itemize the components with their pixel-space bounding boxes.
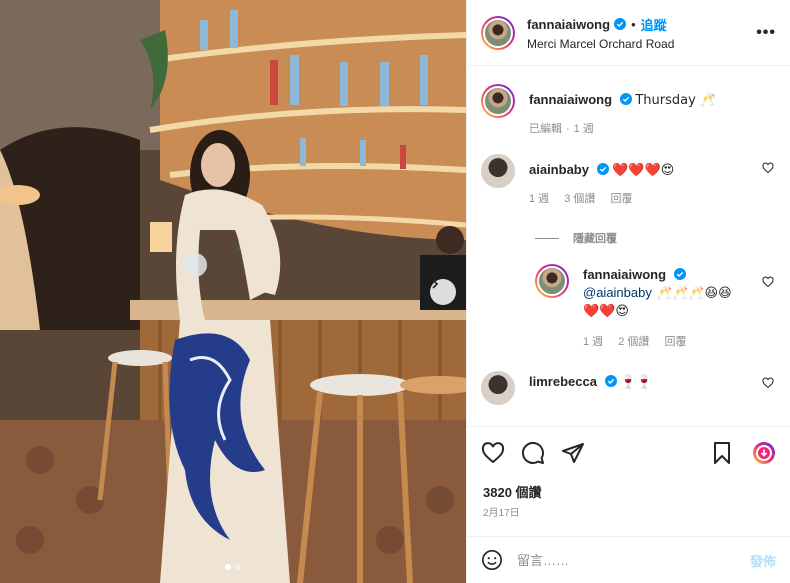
photo-illustration [0, 0, 466, 583]
next-photo-button[interactable] [430, 279, 456, 305]
caption-text: Thursday 🥂 [635, 93, 717, 108]
comment-icon[interactable] [521, 441, 545, 465]
reply-reply-button[interactable]: 回覆 [665, 336, 687, 348]
follow-button[interactable]: 追蹤 [641, 15, 667, 34]
verified-icon [673, 268, 686, 280]
caption-avatar[interactable] [481, 84, 515, 118]
reply-text: 🥂🥂🥂😆😆 [651, 286, 732, 301]
verified-icon [619, 93, 632, 105]
profile-ring-icon[interactable] [752, 441, 776, 465]
verified-icon [614, 18, 627, 30]
reply-avatar[interactable] [535, 264, 569, 298]
verified-icon [604, 375, 617, 387]
post-comment-button[interactable]: 發佈 [750, 551, 776, 570]
verified-icon [596, 163, 609, 175]
more-options-button[interactable]: ••• [756, 24, 776, 42]
commenter-username[interactable]: limrebecca [529, 374, 597, 389]
commenter-username[interactable]: aiainbaby [529, 162, 589, 177]
author-username[interactable]: fannaiaiwong [527, 17, 610, 32]
comment-likes[interactable]: 3 個讚 [564, 193, 595, 205]
comment-input[interactable] [517, 552, 750, 568]
carousel-dot-2 [235, 564, 241, 570]
carousel-dot-1 [225, 564, 231, 570]
reply-username[interactable]: fannaiaiwong [583, 267, 666, 282]
caption-time[interactable]: 1 週 [574, 123, 594, 135]
commenter-avatar[interactable] [481, 371, 515, 405]
post-photo[interactable] [0, 0, 466, 583]
comment-item: limrebecca 🍷🍷 [481, 371, 776, 405]
reply-button[interactable]: 回覆 [611, 193, 633, 205]
separator-dot: • [631, 16, 636, 32]
hide-replies-label: 隱藏回覆 [573, 233, 617, 245]
heart-icon[interactable] [481, 441, 505, 465]
reply-like-icon[interactable] [762, 276, 774, 288]
post-header: fannaiaiwong • 追蹤 Merci Marcel Orchard R… [467, 0, 790, 66]
edited-label: 已編輯 [529, 123, 562, 135]
reply-time[interactable]: 1 週 [583, 336, 603, 348]
like-count[interactable]: 3820 個讚 [483, 482, 542, 501]
comment-text: 🍷🍷 [620, 375, 653, 390]
comment-composer: 發佈 [467, 536, 790, 583]
author-avatar[interactable] [481, 15, 515, 50]
divider-line [535, 237, 559, 239]
reply-mention[interactable]: @aiainbaby [583, 285, 652, 300]
post-sidebar: fannaiaiwong • 追蹤 Merci Marcel Orchard R… [466, 0, 790, 583]
emoji-icon[interactable] [481, 549, 503, 571]
comment-time[interactable]: 1 週 [529, 193, 549, 205]
reply-item: fannaiaiwong @aiainbaby 🥂🥂🥂😆😆 ❤️❤️😍 1 週 … [535, 264, 776, 351]
comment-text: ❤️❤️❤️😍 [612, 163, 675, 178]
chevron-right-icon [432, 279, 439, 289]
caption-username[interactable]: fannaiaiwong [529, 92, 612, 107]
caption: fannaiaiwong Thursday 🥂 已編輯 · 1 週 [481, 84, 776, 138]
commenter-avatar[interactable] [481, 154, 515, 188]
post-actions [467, 426, 790, 478]
hide-replies-toggle[interactable]: 隱藏回覆 [535, 230, 776, 246]
reply-likes[interactable]: 2 個讚 [618, 336, 649, 348]
post-date[interactable]: 2月17日 [483, 504, 520, 519]
comment-item: aiainbaby ❤️❤️❤️😍 1 週 3 個讚 回覆 [481, 154, 776, 208]
bookmark-icon[interactable] [710, 441, 734, 465]
comment-like-icon[interactable] [762, 162, 774, 174]
comments-section[interactable]: fannaiaiwong Thursday 🥂 已編輯 · 1 週 aiainb… [467, 66, 790, 426]
share-icon[interactable] [561, 441, 585, 465]
meta-dot: · [566, 123, 570, 135]
carousel-indicator [0, 564, 466, 570]
post-location[interactable]: Merci Marcel Orchard Road [527, 37, 756, 51]
comment-like-icon[interactable] [762, 377, 774, 389]
reply-text-line2: ❤️❤️😍 [583, 304, 629, 319]
